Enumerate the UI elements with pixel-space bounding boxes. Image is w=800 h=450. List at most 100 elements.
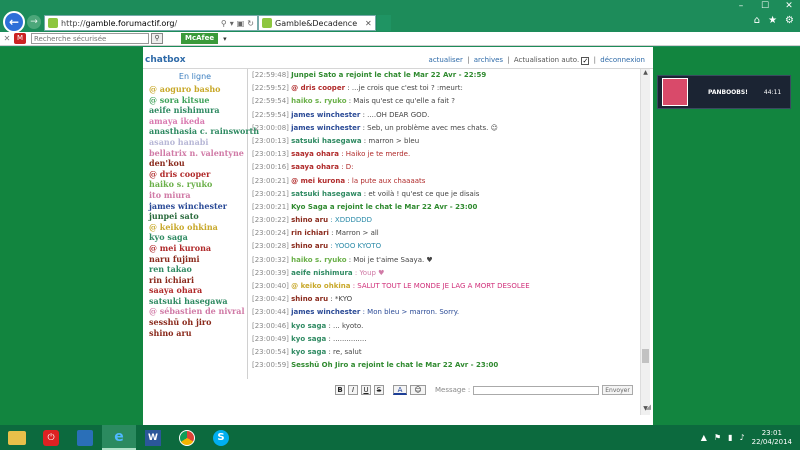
strike-button[interactable]: S (374, 385, 384, 395)
taskbar-chrome[interactable] (170, 425, 204, 450)
search-icon[interactable]: ⚲ (221, 19, 227, 28)
online-user[interactable]: haiko s. ryuko (143, 179, 247, 190)
message-author[interactable]: satsuki hasegawa (291, 137, 361, 145)
scroll-up-icon[interactable]: ▲ (641, 69, 650, 79)
online-user[interactable]: saaya ohara (143, 285, 247, 296)
network-icon[interactable]: ▮ (728, 433, 732, 442)
address-url[interactable]: http://gamble.forumactif.org/ (61, 19, 221, 28)
online-user[interactable]: rin ichiari (143, 275, 247, 286)
message-author[interactable]: shino aru (291, 216, 328, 224)
mcafee-dropdown-icon[interactable]: ▾ (223, 35, 227, 43)
back-button[interactable]: ← (3, 11, 25, 33)
clock[interactable]: 23:01 22/04/2014 (752, 429, 792, 447)
message-author[interactable]: kyo saga (291, 335, 326, 343)
address-bar[interactable]: http://gamble.forumactif.org/ ⚲ ▾ ▣ ↻ (44, 15, 258, 31)
ad-thumbnail[interactable] (662, 78, 688, 106)
disconnect-link[interactable]: déconnexion (600, 56, 645, 64)
online-user[interactable]: @ mei kurona (143, 243, 247, 254)
mcafee-button[interactable]: McAfee (181, 33, 219, 44)
taskbar-skype[interactable]: S (204, 425, 238, 450)
online-user[interactable]: asano hanabi (143, 137, 247, 148)
new-tab-button[interactable] (377, 15, 391, 31)
message-author[interactable]: @ keiko ohkina (291, 282, 350, 290)
archives-link[interactable]: archives (474, 56, 503, 64)
forward-button[interactable]: → (27, 15, 41, 29)
message-author[interactable]: saaya ohara (291, 150, 339, 158)
online-user[interactable]: ito miura (143, 190, 247, 201)
online-user[interactable]: @ sébastien de nivral (143, 306, 247, 317)
message-timestamp: [23:00:08] (252, 123, 289, 132)
taskbar-store[interactable] (68, 425, 102, 450)
emoji-button[interactable]: ☺ (410, 385, 426, 395)
online-user[interactable]: shino aru (143, 328, 247, 339)
send-button[interactable]: Envoyer (602, 385, 633, 395)
auto-refresh-checkbox[interactable]: ✓ (581, 57, 590, 65)
online-user[interactable]: sesshū oh jiro (143, 317, 247, 328)
message-text: : D: (338, 163, 354, 172)
text-color-button[interactable]: A (393, 385, 407, 395)
search-button[interactable]: ⚲ (151, 33, 163, 44)
volume-icon[interactable]: ♪ (740, 433, 745, 442)
taskbar-explorer[interactable] (0, 425, 34, 450)
message-author[interactable]: saaya ohara (291, 163, 339, 171)
tray-expand-icon[interactable]: ▲ (701, 433, 707, 442)
online-user[interactable]: @ aoguro basho (143, 84, 247, 95)
online-user[interactable]: naru fujimi (143, 254, 247, 265)
close-window-icon[interactable]: ✕ (782, 0, 796, 12)
close-toolbar-icon[interactable]: ✕ (0, 34, 14, 43)
underline-button[interactable]: U (361, 385, 371, 395)
scroll-thumb[interactable] (642, 349, 649, 363)
online-user[interactable]: ren takao (143, 264, 247, 275)
online-user[interactable]: bellatrix n. valentyne (143, 148, 247, 159)
dropdown-icon[interactable]: ▾ (230, 19, 234, 28)
taskbar-power-app[interactable]: ⏻ (34, 425, 68, 450)
online-user[interactable]: den'kou (143, 158, 247, 169)
message-author[interactable]: @ mei kurona (291, 177, 345, 185)
message-author[interactable]: satsuki hasegawa (291, 190, 361, 198)
taskbar-internet-explorer[interactable]: e (102, 425, 136, 450)
message-author[interactable]: james winchester (291, 308, 360, 316)
chrome-icon (179, 429, 195, 446)
message-author[interactable]: aeife nishimura (291, 269, 353, 277)
maximize-icon[interactable]: ☐ (758, 0, 772, 12)
online-user[interactable]: anasthasia c. rainsworth (143, 126, 259, 137)
taskbar-word[interactable]: W (136, 425, 170, 450)
online-user[interactable]: james winchester (143, 201, 247, 212)
refresh-link[interactable]: actualiser (429, 56, 463, 64)
refresh-icon[interactable]: ↻ (247, 19, 254, 28)
favorites-star-icon[interactable]: ★ (768, 15, 777, 26)
online-user[interactable]: satsuki hasegawa (143, 296, 247, 307)
settings-gear-icon[interactable]: ⚙ (785, 15, 794, 26)
online-user[interactable]: aeife nishimura (143, 105, 247, 116)
bold-button[interactable]: B (335, 385, 345, 395)
close-tab-icon[interactable]: ✕ (365, 19, 375, 28)
online-user[interactable]: amaya ikeda (143, 116, 247, 127)
message-author[interactable]: rin ichiari (291, 229, 329, 237)
online-user[interactable]: @ keiko ohkina (143, 222, 247, 233)
message-author[interactable]: james winchester (291, 111, 360, 119)
message-author[interactable]: kyo saga (291, 348, 326, 356)
message-author[interactable]: @ dris cooper (291, 84, 345, 92)
flag-icon[interactable]: ⚑ (714, 433, 721, 442)
message-input[interactable] (473, 385, 600, 395)
resize-grip-icon[interactable]: ◢ (646, 403, 651, 411)
online-user[interactable]: @ dris cooper (143, 169, 247, 180)
tab-gamble-decadence[interactable]: Gamble&Decadence ✕ (258, 15, 376, 31)
message-scrollbar[interactable]: ▲ ▼ (640, 69, 650, 415)
message-author[interactable]: kyo saga (291, 322, 326, 330)
message-author[interactable]: shino aru (291, 242, 328, 250)
video-ad-panel[interactable]: PANBOOBS! 44:11 (657, 75, 791, 109)
message-author[interactable]: haiko s. ryuko (291, 256, 346, 264)
message-author[interactable]: haiko s. ryuko (291, 97, 346, 105)
message-author[interactable]: shino aru (291, 295, 328, 303)
online-user[interactable]: kyo saga (143, 232, 247, 243)
secure-search-input[interactable] (31, 33, 149, 44)
message-author[interactable]: james winchester (291, 124, 360, 132)
security-icon[interactable]: ▣ (237, 19, 245, 28)
home-icon[interactable]: ⌂ (754, 15, 760, 26)
minimize-icon[interactable]: – (734, 0, 748, 12)
italic-button[interactable]: I (348, 385, 358, 395)
online-user[interactable]: junpei sato (143, 211, 247, 222)
online-user[interactable]: @ sora kitsue (143, 95, 247, 106)
message-timestamp: [23:00:24] (252, 229, 289, 238)
